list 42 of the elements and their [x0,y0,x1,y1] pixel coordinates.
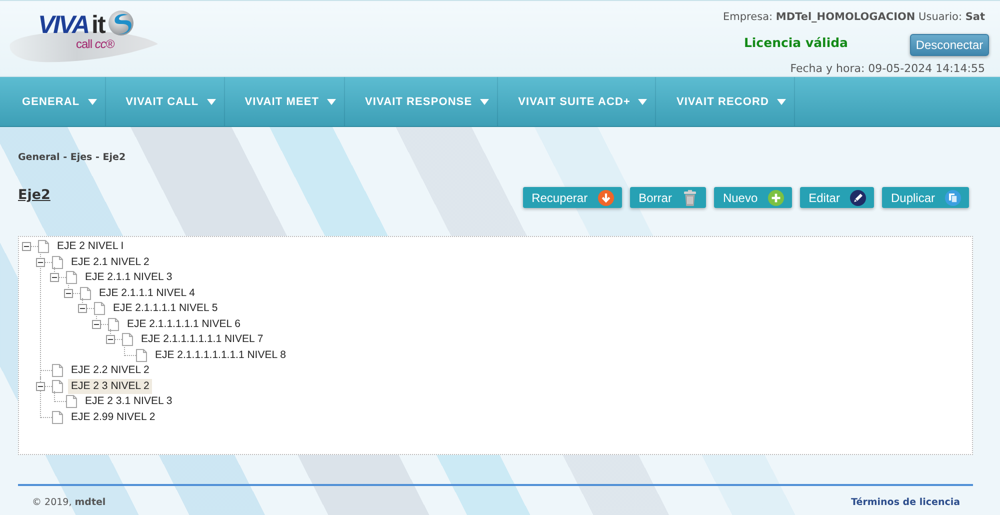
tree-node-label[interactable]: EJE 2.1.1 NIVEL 3 [82,270,176,286]
trash-icon [682,190,698,206]
minus-box-icon[interactable] [36,382,45,391]
copyright-text: © 2019, mdtel [32,496,106,510]
minus-box-icon[interactable] [106,335,115,344]
caret-down-icon [206,98,216,104]
caret-down-icon [638,98,648,104]
tree-node-label[interactable]: EJE 2.1 NIVEL 2 [68,254,152,270]
tree-node-label[interactable]: EJE 2 NIVEL I [54,239,127,254]
tree-node-label[interactable]: EJE 2.1.1.1 NIVEL 4 [96,286,198,301]
tree-node-label[interactable]: EJE 2 3.1 NIVEL 3 [82,394,176,410]
caret-down-icon [480,98,490,104]
license-status: Licencia válida [744,35,848,50]
minus-box-icon[interactable] [50,273,59,282]
date-time-text: Fecha y hora: 09-05-2024 14:14:55 [790,62,985,76]
logo-wordmark: VIVA [38,12,90,38]
license-terms-link[interactable]: Términos de licencia [851,496,960,510]
caret-down-icon [88,98,97,104]
arrow-down-circle-icon [598,190,614,206]
logo-wordmark-suffix: it [92,12,105,38]
caret-down-icon [327,98,336,104]
minus-box-icon[interactable] [92,320,101,329]
page-title: Eje2 [18,187,50,203]
tree-node-label[interactable]: EJE 2.1.1.1.1.1 NIVEL 6 [124,316,244,332]
breadcrumb: General - Ejes - Eje2 [18,151,126,165]
plus-circle-icon [768,190,784,206]
minus-box-icon[interactable] [22,242,31,252]
caret-down-icon [776,98,786,104]
tree-node-label[interactable]: EJE 2.1.1.1.1 NIVEL 5 [110,301,221,316]
minus-box-icon[interactable] [78,304,87,314]
account-info: Empresa: MDTel_HOMOLOGACION Usuario: Sat [723,10,985,24]
pages-circle-icon [945,190,961,206]
tree-node-label[interactable]: EJE 2.99 NIVEL 2 [68,410,158,425]
pen-circle-icon [850,190,866,206]
tree-node-label[interactable]: EJE 2 3 NIVEL 2 [68,378,152,394]
minus-box-icon[interactable] [36,258,45,267]
logo-tagline: call cc® [76,38,114,51]
tree-node-label[interactable]: EJE 2.1.1.1.1.1.1 NIVEL 7 [138,332,266,348]
minus-box-icon[interactable] [64,288,73,298]
tree-node-label[interactable]: EJE 2.2 NIVEL 2 [68,363,152,378]
tree-node-label[interactable]: EJE 2.1.1.1.1.1.1.1 NIVEL 8 [152,348,289,363]
swirl-ball-icon [108,10,134,36]
